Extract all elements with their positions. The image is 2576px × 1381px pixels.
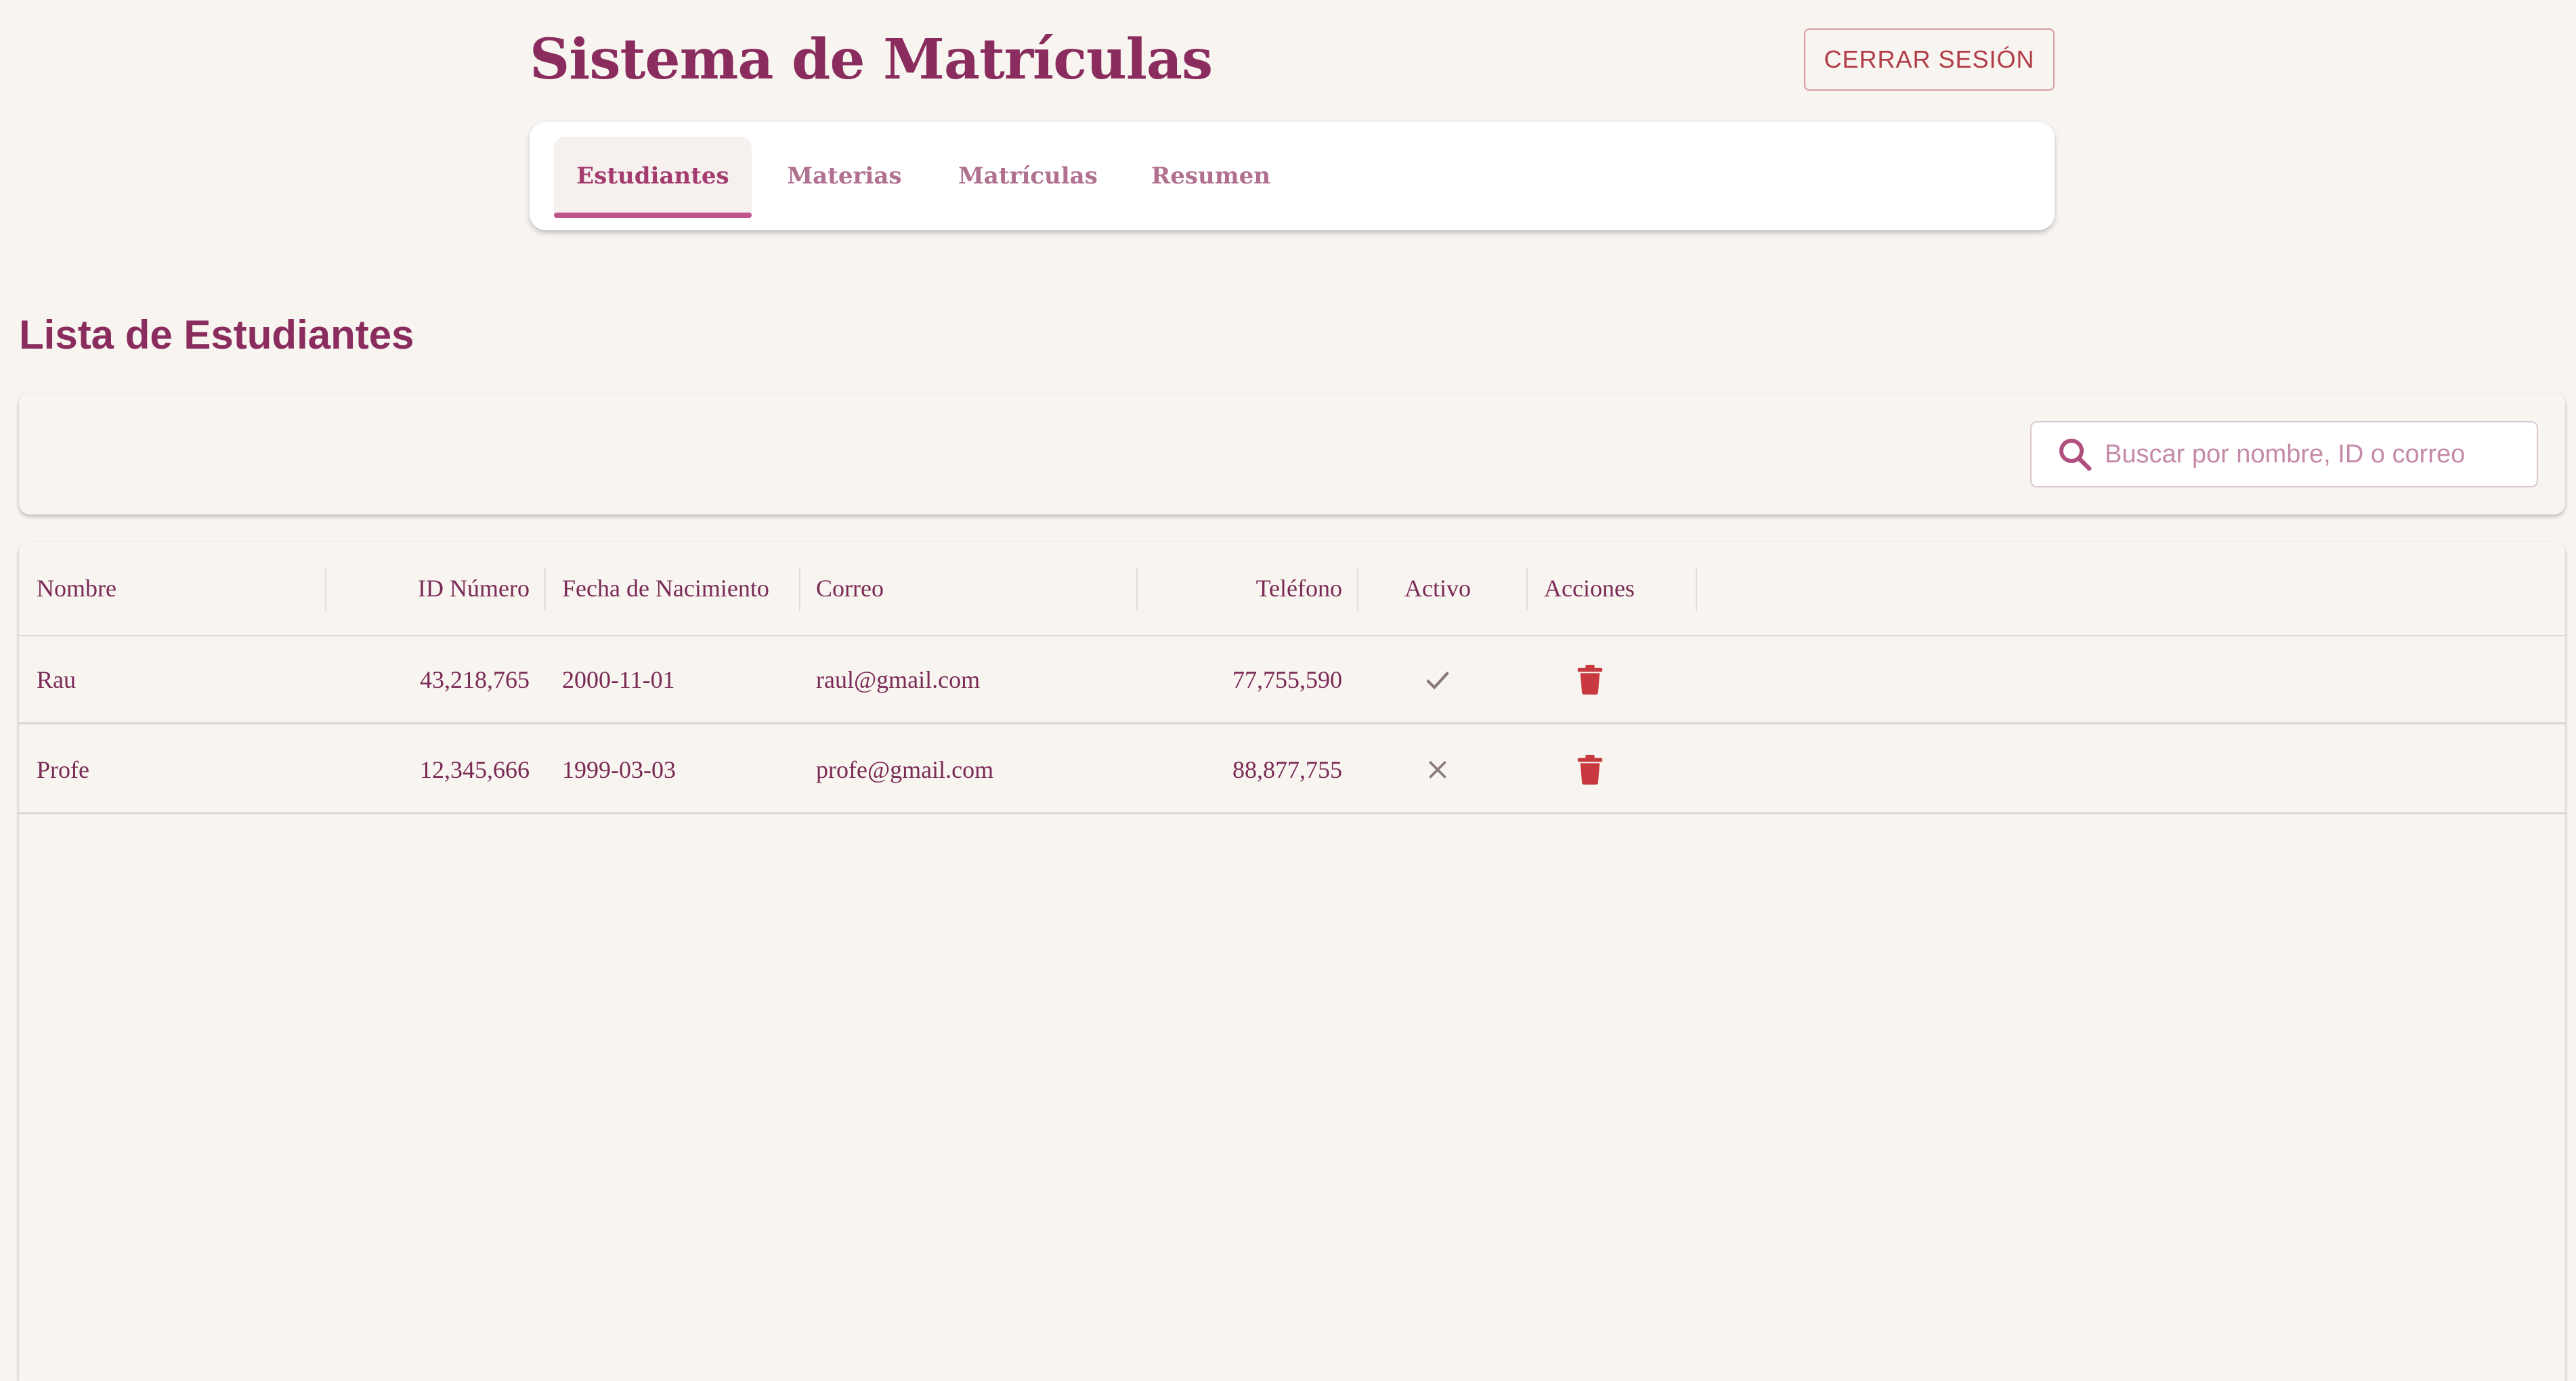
column-header-id[interactable]: ID Número (324, 542, 530, 635)
close-icon (1429, 760, 1446, 779)
column-divider[interactable] (1136, 567, 1138, 611)
trash-icon (1577, 754, 1603, 785)
trash-icon (1577, 664, 1603, 695)
column-divider[interactable] (544, 567, 546, 611)
cell-acciones (1529, 726, 1637, 812)
cell-correo: profe@gmail.com (816, 755, 994, 783)
tab-matriculas[interactable]: Matrículas (939, 137, 1117, 215)
tab-bar: Estudiantes Materias Matrículas Resumen (530, 122, 2055, 230)
column-divider[interactable] (1526, 567, 1528, 611)
cell-nombre: Profe (37, 755, 89, 783)
cell-correo: raul@gmail.com (816, 665, 981, 693)
column-divider[interactable] (1357, 567, 1358, 611)
students-table: Nombre ID Número Fecha de Nacimiento Cor… (19, 542, 2565, 1381)
column-divider[interactable] (799, 567, 800, 611)
cell-id: 12,345,666 (420, 755, 530, 783)
delete-button[interactable] (1570, 659, 1610, 700)
check-icon (1426, 671, 1449, 690)
cell-telefono: 77,755,590 (1232, 665, 1342, 693)
cell-activo (1373, 726, 1502, 812)
column-header-acciones[interactable]: Acciones (1544, 542, 1693, 635)
column-header-fecha[interactable]: Fecha de Nacimiento (562, 542, 806, 635)
cell-activo (1373, 636, 1502, 722)
section-title: Lista de Estudiantes (19, 312, 414, 357)
cell-id: 43,218,765 (420, 665, 530, 693)
tab-estudiantes[interactable]: Estudiantes (554, 137, 752, 218)
cell-fecha: 1999-03-03 (562, 755, 676, 783)
search-toolbar (19, 393, 2565, 514)
search-box[interactable] (2030, 421, 2538, 487)
table-row[interactable]: Rau 43,218,765 2000-11-01 raul@gmail.com… (19, 636, 2565, 724)
cell-telefono: 88,877,755 (1232, 755, 1342, 783)
cell-nombre: Rau (37, 665, 76, 693)
tab-resumen[interactable]: Resumen (1135, 137, 1287, 215)
cell-fecha: 2000-11-01 (562, 665, 675, 693)
column-header-activo[interactable]: Activo (1373, 542, 1502, 635)
column-header-nombre[interactable]: Nombre (37, 542, 321, 635)
logout-button[interactable]: CERRAR SESIÓN (1804, 28, 2055, 91)
tab-materias[interactable]: Materias (771, 137, 918, 215)
column-divider[interactable] (1696, 567, 1697, 611)
app-header: Sistema de Matrículas CERRAR SESIÓN (530, 27, 2055, 95)
column-header-telefono[interactable]: Teléfono (1143, 542, 1342, 635)
search-input[interactable] (2105, 427, 2537, 481)
cell-acciones (1529, 636, 1637, 722)
table-row[interactable]: Profe 12,345,666 1999-03-03 profe@gmail.… (19, 726, 2565, 814)
column-header-correo[interactable]: Correo (816, 542, 1141, 635)
delete-button[interactable] (1570, 749, 1610, 790)
search-icon (2059, 439, 2092, 471)
app-title: Sistema de Matrículas (530, 27, 1213, 92)
table-header: Nombre ID Número Fecha de Nacimiento Cor… (19, 542, 2565, 636)
